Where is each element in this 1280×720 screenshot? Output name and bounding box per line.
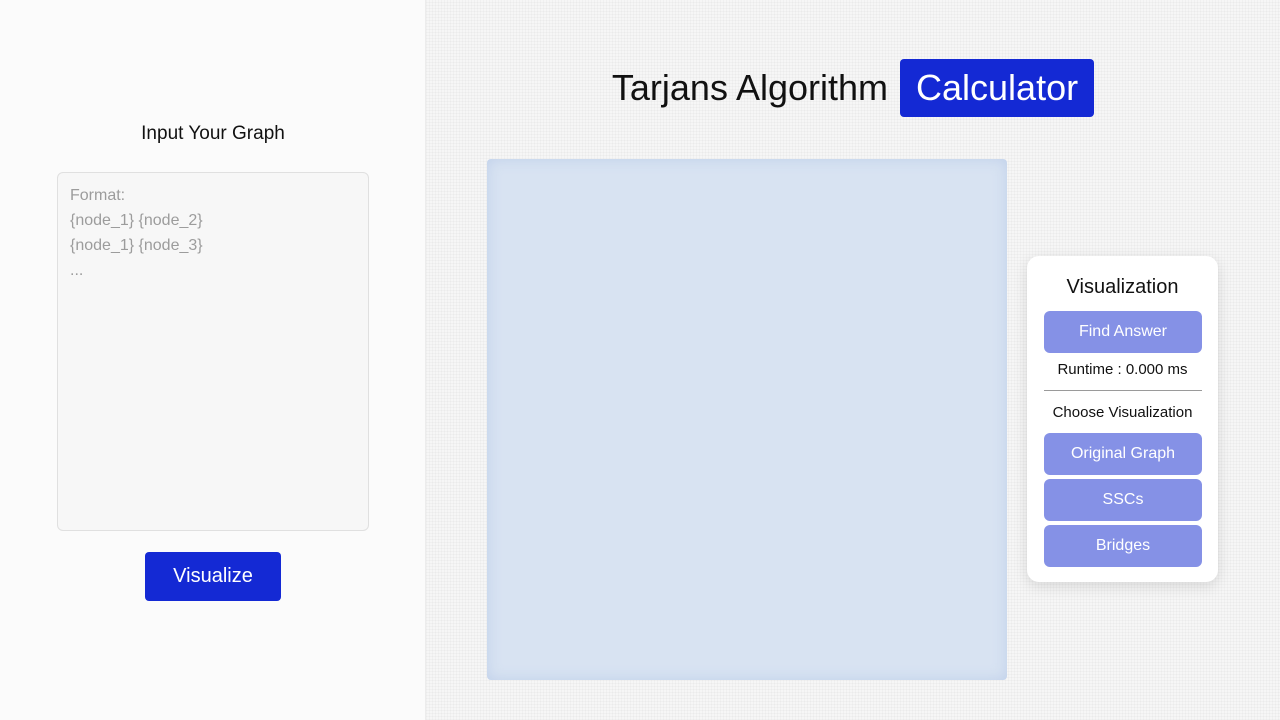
visualize-button[interactable]: Visualize (145, 552, 281, 601)
page-title: Tarjans Algorithm (611, 67, 889, 108)
find-answer-button[interactable]: Find Answer (1044, 311, 1202, 353)
page-header: Tarjans Algorithm Calculator (426, 59, 1280, 117)
original-graph-button[interactable]: Original Graph (1044, 433, 1202, 475)
sscs-button[interactable]: SSCs (1044, 479, 1202, 521)
divider (1044, 390, 1202, 391)
runtime-text: Runtime : 0.000 ms (1057, 361, 1188, 378)
page: Input Your Graph Visualize Tarjans Algor… (0, 0, 1280, 720)
page-title-highlight: Calculator (900, 59, 1095, 117)
input-panel-title: Input Your Graph (141, 123, 285, 144)
visualization-panel-title: Visualization (1066, 276, 1179, 298)
main-area: Tarjans Algorithm Calculator Visualizati… (426, 0, 1280, 720)
visualization-panel: Visualization Find Answer Runtime : 0.00… (1027, 256, 1218, 582)
graph-canvas[interactable] (487, 159, 1007, 680)
bridges-button[interactable]: Bridges (1044, 525, 1202, 567)
graph-input-textarea[interactable] (57, 172, 369, 531)
choose-visualization-label: Choose Visualization (1052, 404, 1193, 421)
input-panel: Input Your Graph Visualize (0, 0, 426, 720)
